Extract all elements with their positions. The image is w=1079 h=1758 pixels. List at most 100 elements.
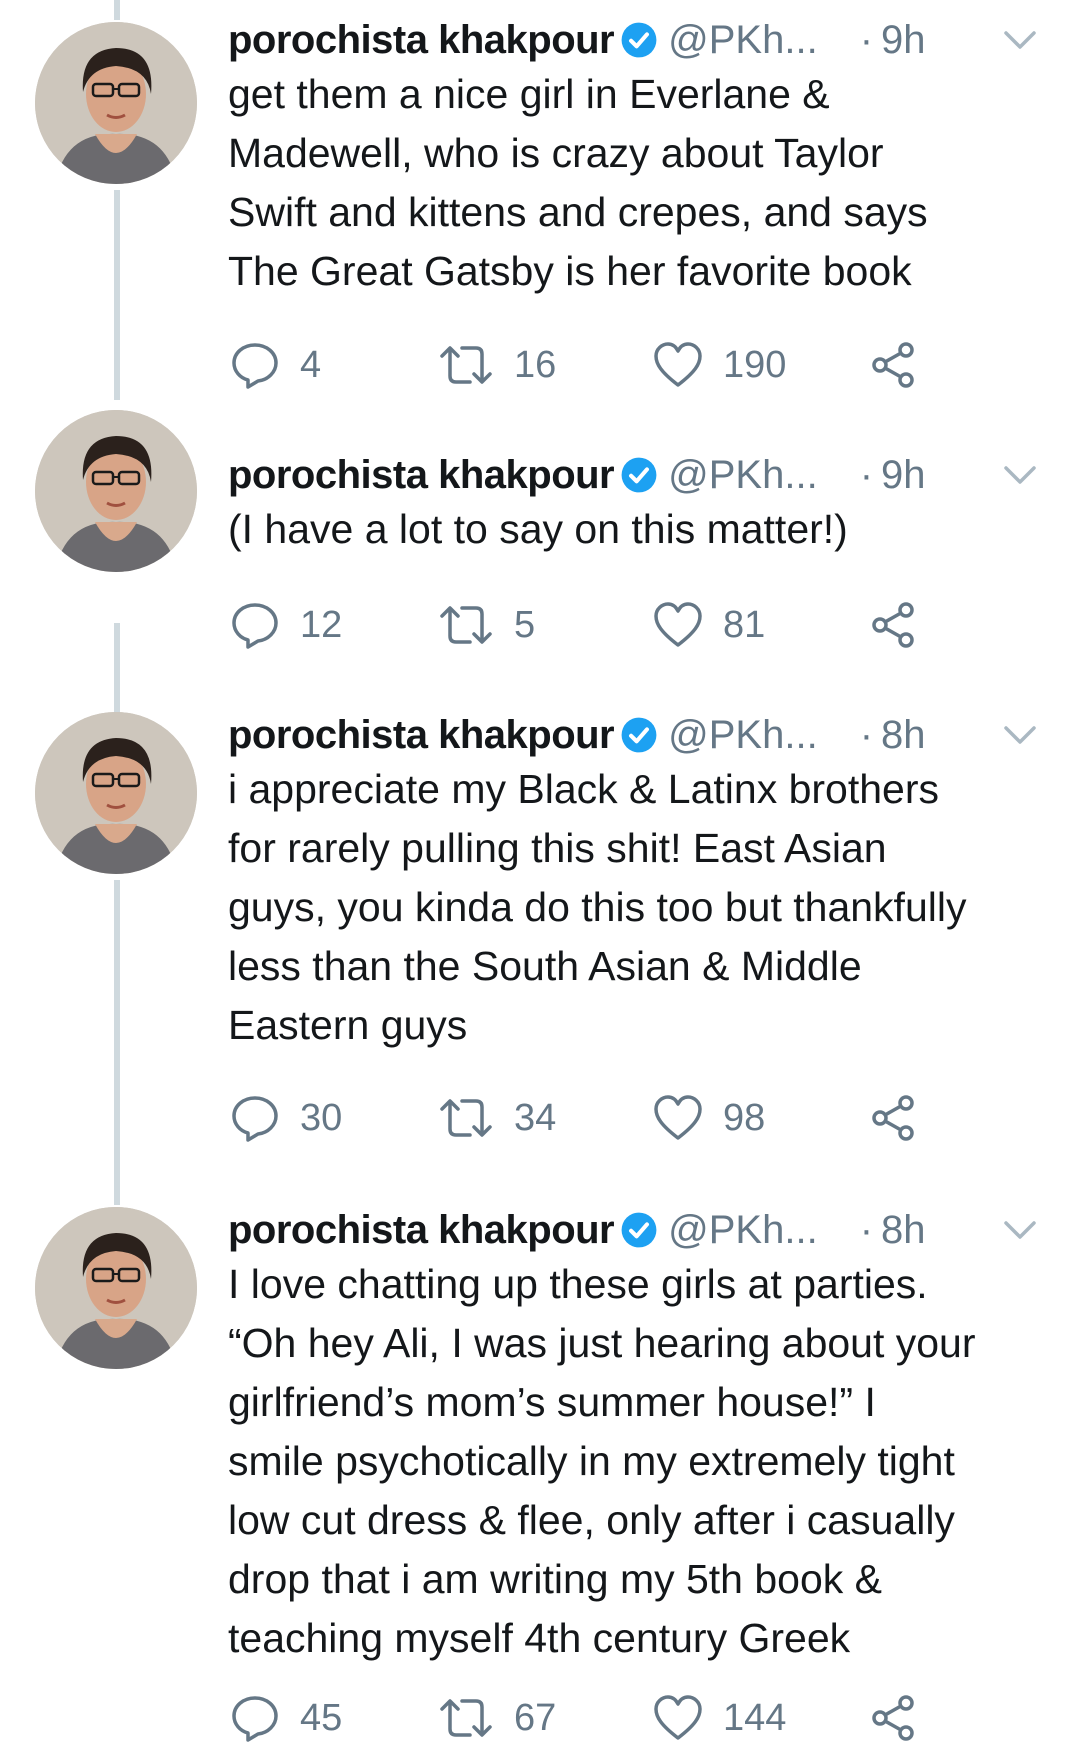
reply-icon bbox=[232, 603, 278, 649]
tweet-text-line: for rarely pulling this shit! East Asian bbox=[228, 825, 887, 871]
reply-icon bbox=[232, 343, 278, 389]
like-count: 144 bbox=[723, 1696, 787, 1739]
like-button[interactable]: 98 bbox=[653, 1088, 765, 1148]
share-button[interactable] bbox=[868, 595, 918, 655]
reply-button[interactable]: 4 bbox=[230, 335, 321, 395]
like-button[interactable]: 81 bbox=[653, 595, 765, 655]
like-count: 190 bbox=[723, 343, 787, 386]
chevron-down-icon[interactable] bbox=[1000, 460, 1040, 490]
tweet-text-line: get them a nice girl in Everlane & bbox=[228, 71, 830, 117]
share-icon bbox=[872, 1095, 914, 1141]
display-name[interactable]: porochista khakpour bbox=[228, 1208, 615, 1253]
tweet-text-line: teaching myself 4th century Greek bbox=[228, 1615, 851, 1661]
retweet-icon bbox=[440, 606, 492, 644]
retweet-icon bbox=[440, 1099, 492, 1137]
tweet-text-line: drop that i am writing my 5th book & bbox=[228, 1556, 883, 1602]
avatar-photo bbox=[35, 22, 197, 184]
tweet-text-line: I love chatting up these girls at partie… bbox=[228, 1261, 928, 1307]
tweet-text: i appreciate my Black & Latinx brothers … bbox=[228, 760, 1058, 1055]
chevron-down-icon[interactable] bbox=[1000, 1215, 1040, 1245]
tweet-header: porochista khakpour @PKh... · 8h bbox=[228, 705, 926, 765]
tweet[interactable]: porochista khakpour @PKh... · 8h i appre… bbox=[0, 690, 1079, 1170]
separator-dot: · bbox=[859, 1207, 874, 1252]
timestamp[interactable]: 8h bbox=[881, 1208, 926, 1253]
reply-icon bbox=[232, 1096, 278, 1142]
reply-button[interactable]: 45 bbox=[230, 1688, 342, 1748]
verified-badge-icon bbox=[621, 22, 657, 58]
share-icon bbox=[872, 602, 914, 648]
retweet-icon bbox=[440, 1699, 492, 1737]
tweet-text-line: low cut dress & flee, only after i casua… bbox=[228, 1497, 955, 1543]
tweet-text-line: The Great Gatsby is her favorite book bbox=[228, 248, 912, 294]
tweet-text-line: Eastern guys bbox=[228, 1002, 468, 1048]
verified-badge-icon bbox=[621, 1212, 657, 1248]
like-button[interactable]: 144 bbox=[653, 1688, 786, 1748]
tweet-text-line: guys, you kinda do this too but thankful… bbox=[228, 884, 967, 930]
reply-count: 12 bbox=[300, 603, 343, 646]
tweet-actions: 12 5 81 bbox=[228, 595, 928, 655]
timestamp[interactable]: 8h bbox=[881, 713, 926, 758]
tweet-text: get them a nice girl in Everlane & Madew… bbox=[228, 65, 1058, 301]
tweet-header: porochista khakpour @PKh... · 9h bbox=[228, 445, 926, 505]
tweet-header: porochista khakpour @PKh... · 9h bbox=[228, 10, 926, 70]
like-icon bbox=[654, 1695, 702, 1740]
verified-badge-icon bbox=[621, 457, 657, 493]
avatar-photo bbox=[35, 410, 197, 572]
retweet-button[interactable]: 16 bbox=[438, 335, 556, 395]
tweet-text: I love chatting up these girls at partie… bbox=[228, 1255, 1058, 1668]
avatar[interactable] bbox=[35, 1207, 197, 1369]
separator-dot: · bbox=[859, 452, 874, 497]
tweet-text-line: i appreciate my Black & Latinx brothers bbox=[228, 766, 939, 812]
retweet-button[interactable]: 67 bbox=[438, 1688, 556, 1748]
tweet-text-line: (I have a lot to say on this matter!) bbox=[228, 506, 848, 552]
timestamp[interactable]: 9h bbox=[881, 18, 926, 63]
like-count: 81 bbox=[723, 603, 766, 646]
verified-badge-icon bbox=[621, 717, 657, 753]
like-button[interactable]: 190 bbox=[653, 335, 786, 395]
share-icon bbox=[872, 1695, 914, 1741]
chevron-down-icon[interactable] bbox=[1000, 720, 1040, 750]
separator-dot: · bbox=[859, 17, 874, 62]
retweet-count: 34 bbox=[514, 1096, 557, 1139]
avatar[interactable] bbox=[35, 22, 197, 184]
user-handle[interactable]: @PKh... bbox=[668, 18, 818, 63]
display-name[interactable]: porochista khakpour bbox=[228, 713, 615, 758]
retweet-button[interactable]: 5 bbox=[438, 595, 535, 655]
tweet[interactable]: porochista khakpour @PKh... · 8h I love … bbox=[0, 1185, 1079, 1758]
user-handle[interactable]: @PKh... bbox=[668, 713, 818, 758]
retweet-button[interactable]: 34 bbox=[438, 1088, 556, 1148]
display-name[interactable]: porochista khakpour bbox=[228, 18, 615, 63]
retweet-icon bbox=[440, 346, 492, 384]
display-name[interactable]: porochista khakpour bbox=[228, 453, 615, 498]
retweet-count: 5 bbox=[514, 603, 536, 646]
tweet[interactable]: porochista khakpour @PKh... · 9h get the… bbox=[0, 0, 1079, 430]
like-icon bbox=[654, 602, 702, 647]
tweet-text: (I have a lot to say on this matter!) bbox=[228, 500, 1058, 559]
avatar[interactable] bbox=[35, 712, 197, 874]
tweet-actions: 4 16 190 bbox=[228, 335, 928, 395]
tweet-actions: 45 67 144 bbox=[228, 1688, 928, 1748]
user-handle[interactable]: @PKh... bbox=[668, 1208, 818, 1253]
reply-button[interactable]: 12 bbox=[230, 595, 342, 655]
tweet-text-line: girlfriend’s mom’s summer house!” I bbox=[228, 1379, 876, 1425]
share-button[interactable] bbox=[868, 335, 918, 395]
user-handle[interactable]: @PKh... bbox=[668, 453, 818, 498]
reply-count: 4 bbox=[300, 343, 322, 386]
reply-icon bbox=[232, 1696, 278, 1742]
tweet[interactable]: porochista khakpour @PKh... · 9h (I have… bbox=[0, 410, 1079, 649]
tweet-text-line: Madewell, who is crazy about Taylor bbox=[228, 130, 884, 176]
avatar[interactable] bbox=[35, 410, 197, 572]
share-button[interactable] bbox=[868, 1688, 918, 1748]
like-icon bbox=[654, 342, 702, 387]
reply-count: 45 bbox=[300, 1696, 343, 1739]
share-button[interactable] bbox=[868, 1088, 918, 1148]
tweet-actions: 30 34 98 bbox=[228, 1088, 928, 1148]
avatar-photo bbox=[35, 1207, 197, 1369]
tweet-text-line: “Oh hey Ali, I was just hearing about yo… bbox=[228, 1320, 976, 1366]
tweet-header: porochista khakpour @PKh... · 8h bbox=[228, 1200, 926, 1260]
avatar-photo bbox=[35, 712, 197, 874]
reply-button[interactable]: 30 bbox=[230, 1088, 342, 1148]
timestamp[interactable]: 9h bbox=[881, 453, 926, 498]
chevron-down-icon[interactable] bbox=[1000, 25, 1040, 55]
retweet-count: 16 bbox=[514, 343, 557, 386]
